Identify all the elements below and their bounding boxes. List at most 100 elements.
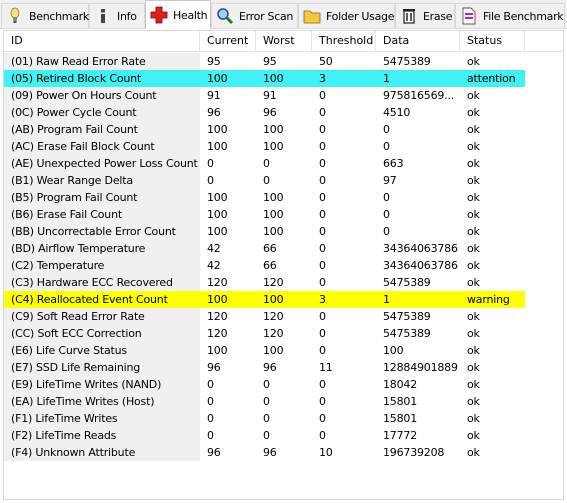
table-row[interactable]: (EA) LifeTime Writes (Host) 0 0 0 15801 ok [4,393,563,410]
table-header: ID Current Worst Threshold Data Status [4,31,563,51]
worst-cell: 66 [256,240,312,257]
current-cell: 0 [200,410,256,427]
status-cell: ok [460,206,525,223]
table-row[interactable]: (B6) Erase Fail Count 100 100 0 0 ok [4,206,563,223]
col-header-worst[interactable]: Worst [256,31,312,51]
attribute-id-cell: (C4) Reallocated Event Count [4,291,200,308]
worst-cell: 100 [256,206,312,223]
tab-info[interactable]: Info [89,3,145,28]
current-cell: 42 [200,257,256,274]
table-row[interactable]: (0C) Power Cycle Count 96 96 0 4510 ok [4,104,563,121]
threshold-cell: 0 [312,342,376,359]
col-header-current[interactable]: Current [200,31,256,51]
smart-attributes-table[interactable]: ID Current Worst Threshold Data Status (… [3,30,564,500]
threshold-cell: 0 [312,155,376,172]
tab-benchmark-label: Benchmark [29,9,89,23]
current-cell: 0 [200,393,256,410]
table-row[interactable]: (05) Retired Block Count 100 100 3 1 attentio… [4,70,563,87]
status-cell: ok [460,155,525,172]
tab-benchmark[interactable]: Benchmark [1,3,89,28]
threshold-cell: 0 [312,427,376,444]
threshold-cell: 50 [312,53,376,70]
table-row[interactable]: (AE) Unexpected Power Loss Count 0 0 0 663 ok [4,155,563,172]
table-row[interactable]: (B5) Program Fail Count 100 100 0 0 ok [4,189,563,206]
table-row[interactable]: (BD) Airflow Temperature 42 66 0 34364063786… [4,240,563,257]
tab-folder-usage[interactable]: Folder Usage [298,3,395,28]
status-cell: ok [460,240,525,257]
threshold-cell: 0 [312,121,376,138]
attribute-id-cell: (09) Power On Hours Count [4,87,200,104]
worst-cell: 0 [256,172,312,189]
attribute-id-cell: (B5) Program Fail Count [4,189,200,206]
table-row[interactable]: (E6) Life Curve Status 100 100 0 100 ok [4,342,563,359]
data-cell: 4510 [376,104,460,121]
table-row[interactable]: (01) Raw Read Error Rate 95 95 50 5475389 ok [4,53,563,70]
col-header-id[interactable]: ID [4,31,200,51]
worst-cell: 96 [256,359,312,376]
status-cell: ok [460,257,525,274]
threshold-cell: 11 [312,359,376,376]
tab-erase[interactable]: Erase [395,3,455,28]
worst-cell: 100 [256,70,312,87]
tab-file-benchmark[interactable]: File Benchmark [455,3,565,28]
col-header-status[interactable]: Status [460,31,525,51]
current-cell: 96 [200,104,256,121]
worst-cell: 120 [256,274,312,291]
status-cell: ok [460,325,525,342]
data-cell: 15801 [376,410,460,427]
table-row[interactable]: (CC) Soft ECC Correction 120 120 0 5475389 ok [4,325,563,342]
tab-error-scan[interactable]: Error Scan [211,3,298,28]
col-header-threshold[interactable]: Threshold [312,31,376,51]
worst-cell: 91 [256,87,312,104]
document-icon [460,7,478,25]
data-cell: 0 [376,223,460,240]
table-row[interactable]: (F2) LifeTime Reads 0 0 0 17772 ok [4,427,563,444]
table-row[interactable]: (AB) Program Fail Count 100 100 0 0 ok [4,121,563,138]
attribute-id-cell: (BD) Airflow Temperature [4,240,200,257]
attribute-id-cell: (E7) SSD Life Remaining [4,359,200,376]
worst-cell: 0 [256,376,312,393]
threshold-cell: 10 [312,444,376,461]
current-cell: 96 [200,444,256,461]
attribute-id-cell: (C9) Soft Read Error Rate [4,308,200,325]
table-row[interactable]: (F4) Unknown Attribute 96 96 10 196739208 ok [4,444,563,461]
tab-health[interactable]: Health [145,0,211,29]
threshold-cell: 0 [312,172,376,189]
table-row[interactable]: (C2) Temperature 42 66 0 34364063786 ok [4,257,563,274]
table-row[interactable]: (E9) LifeTime Writes (NAND) 0 0 0 18042 ok [4,376,563,393]
table-row[interactable]: (AC) Erase Fail Block Count 100 100 0 0 ok [4,138,563,155]
table-row[interactable]: (C9) Soft Read Error Rate 120 120 0 5475389 o… [4,308,563,325]
table-row[interactable]: (09) Power On Hours Count 91 91 0 975816569.… [4,87,563,104]
data-cell: 97 [376,172,460,189]
attribute-id-cell: (EA) LifeTime Writes (Host) [4,393,200,410]
attribute-id-cell: (05) Retired Block Count [4,70,200,87]
col-header-data[interactable]: Data [376,31,460,51]
threshold-cell: 0 [312,410,376,427]
worst-cell: 100 [256,342,312,359]
table-row[interactable]: (C4) Reallocated Event Count 100 100 3 1 warn… [4,291,563,308]
status-cell: ok [460,138,525,155]
table-row[interactable]: (C3) Hardware ECC Recovered 120 120 0 547538… [4,274,563,291]
data-cell: 1 [376,291,460,308]
table-row[interactable]: (BB) Uncorrectable Error Count 100 100 0 0 ok [4,223,563,240]
current-cell: 120 [200,308,256,325]
attribute-id-cell: (E6) Life Curve Status [4,342,200,359]
table-row[interactable]: (E7) SSD Life Remaining 96 96 11 12884901889… [4,359,563,376]
threshold-cell: 0 [312,104,376,121]
current-cell: 100 [200,70,256,87]
table-row[interactable]: (F1) LifeTime Writes 0 0 0 15801 ok [4,410,563,427]
data-cell: 34364063786 [376,257,460,274]
data-cell: 0 [376,138,460,155]
status-cell: ok [460,376,525,393]
health-cross-icon [150,6,168,24]
status-cell: ok [460,359,525,376]
worst-cell: 0 [256,410,312,427]
current-cell: 100 [200,189,256,206]
current-cell: 91 [200,87,256,104]
table-row[interactable]: (B1) Wear Range Delta 0 0 0 97 ok [4,172,563,189]
tab-error-scan-label: Error Scan [239,9,294,23]
data-cell: 18042 [376,376,460,393]
worst-cell: 100 [256,138,312,155]
threshold-cell: 0 [312,393,376,410]
status-cell: ok [460,189,525,206]
